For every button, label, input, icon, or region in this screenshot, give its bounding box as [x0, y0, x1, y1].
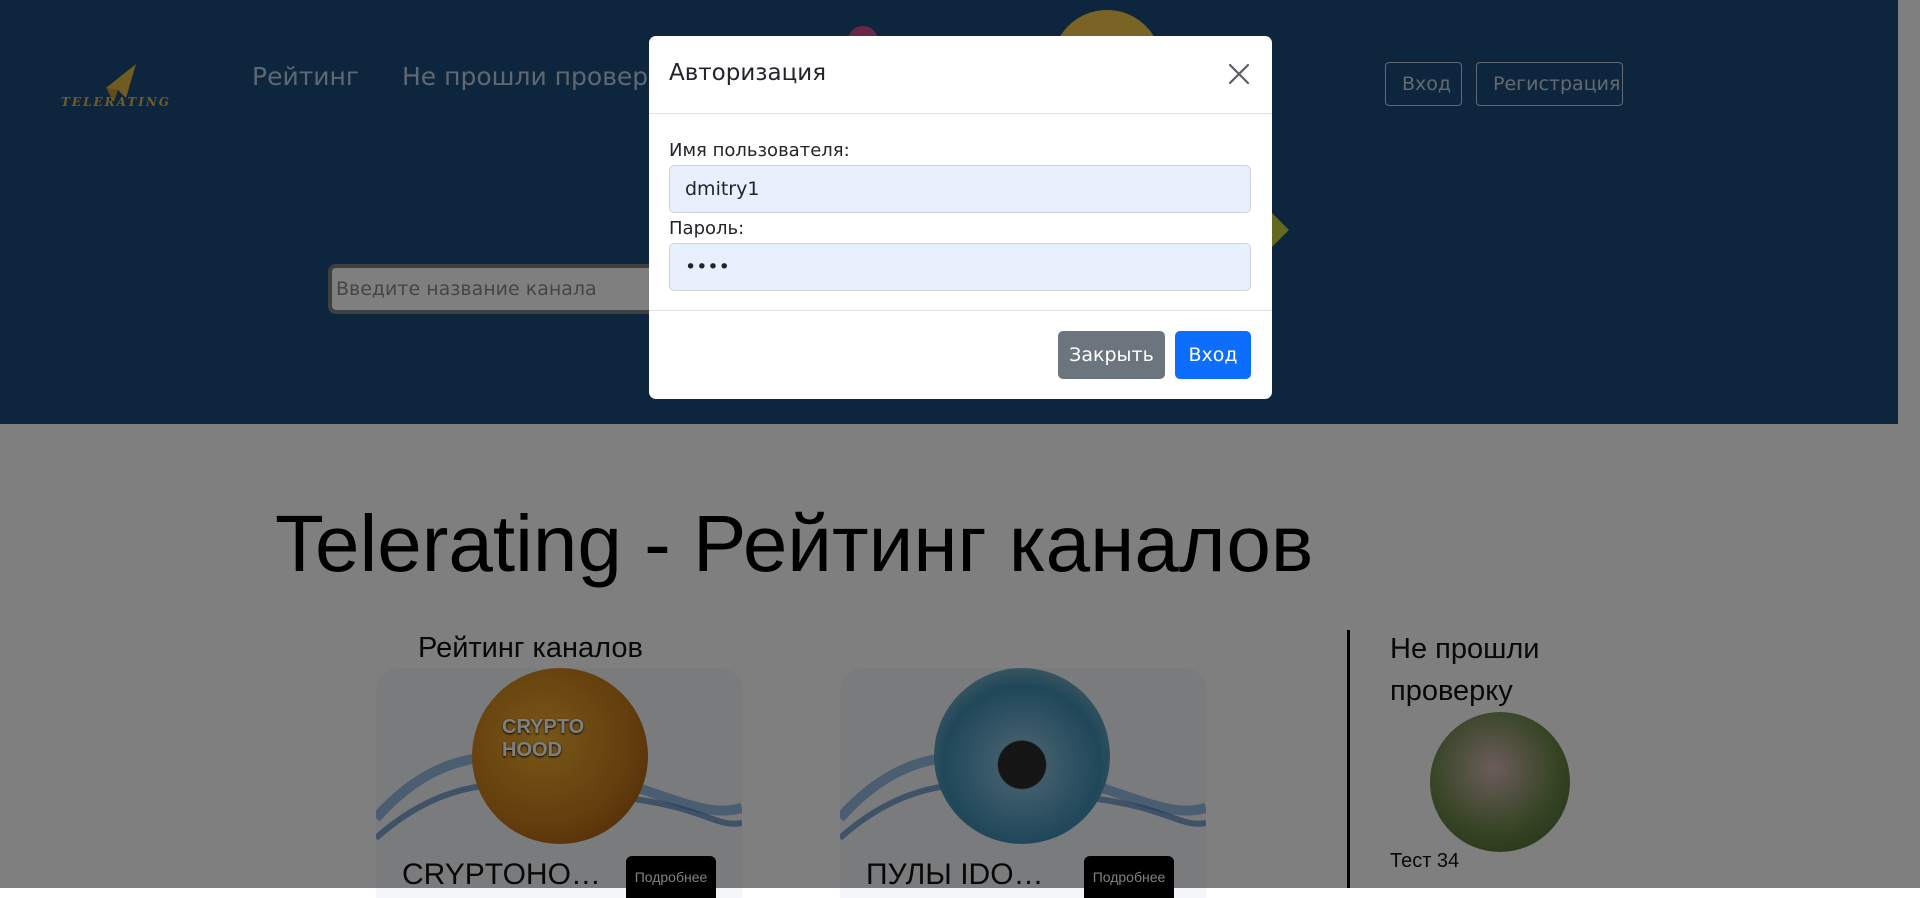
- modal-title: Авторизация: [669, 60, 827, 86]
- password-label: Пароль:: [669, 218, 745, 239]
- login-modal: Авторизация Имя пользователя: Пароль: За…: [649, 36, 1272, 399]
- login-submit-button[interactable]: Вход: [1175, 331, 1251, 379]
- username-field[interactable]: [669, 165, 1251, 213]
- close-icon[interactable]: [1227, 62, 1251, 86]
- password-field[interactable]: [669, 243, 1251, 291]
- modal-footer: Закрыть Вход: [649, 310, 1272, 399]
- username-label: Имя пользователя:: [669, 140, 850, 161]
- close-button[interactable]: Закрыть: [1058, 331, 1165, 379]
- modal-header: Авторизация: [649, 36, 1272, 114]
